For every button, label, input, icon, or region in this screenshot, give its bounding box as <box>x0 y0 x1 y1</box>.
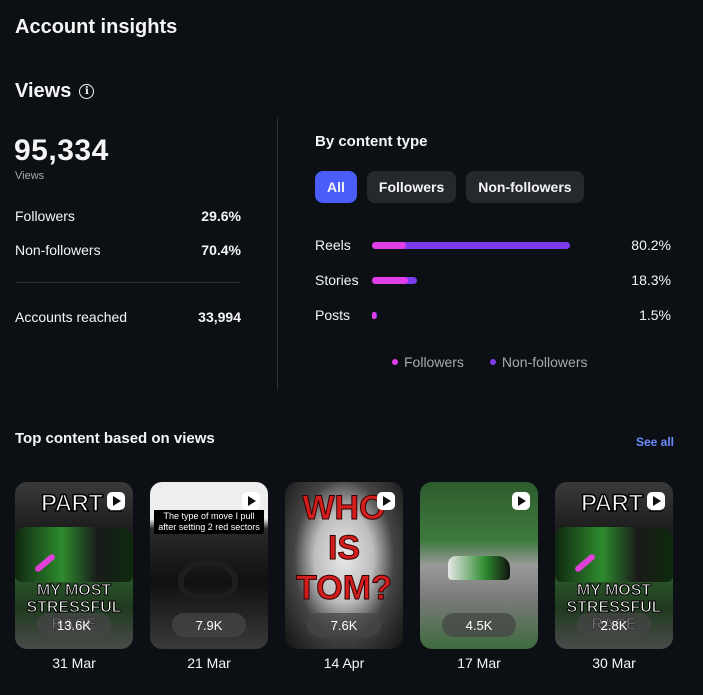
views-title: Views <box>15 80 72 102</box>
thumbnail-overlay-text: The type of move I pull after setting 2 … <box>154 510 264 534</box>
reels-percent: 80.2% <box>631 237 671 253</box>
content-thumbnail[interactable]: 4.5K <box>420 482 538 649</box>
view-count: 7.9K <box>172 613 246 637</box>
legend-nonfollowers-label: Non-followers <box>501 354 588 370</box>
reel-icon <box>647 492 665 510</box>
race-car-graphic <box>448 556 510 580</box>
reels-bar <box>372 242 571 249</box>
content-date: 30 Mar <box>592 655 636 671</box>
nonfollowers-value: 70.4% <box>201 242 241 258</box>
content-thumbnail[interactable]: PART 2 MY MOST STRESSFUL RACE 13.6K <box>15 482 133 649</box>
content-date: 14 Apr <box>323 655 365 671</box>
total-views: 95,334 <box>14 134 109 167</box>
nonfollowers-label: Non-followers <box>15 242 101 258</box>
posts-label: Posts <box>315 307 351 323</box>
followers-value: 29.6% <box>201 208 241 224</box>
reels-label: Reels <box>315 237 351 253</box>
top-content-title: Top content based on views <box>15 430 215 447</box>
tab-all[interactable]: All <box>315 171 357 203</box>
content-date: 21 Mar <box>187 655 231 671</box>
views-header: Views i <box>15 80 95 103</box>
stories-label: Stories <box>315 272 359 288</box>
stories-row: Stories 18.3% <box>315 270 671 290</box>
steering-wheel-graphic <box>178 560 238 600</box>
reel-icon <box>242 492 260 510</box>
thumbnail-image <box>15 527 133 582</box>
reels-followers-segment <box>372 242 406 249</box>
reels-row: Reels 80.2% <box>315 235 671 255</box>
posts-bar <box>372 312 377 319</box>
content-type-title: By content type <box>315 133 428 150</box>
stories-followers-segment <box>372 277 409 284</box>
content-thumbnail[interactable]: WHO IS TOM? 7.6K <box>285 482 403 649</box>
reel-icon <box>512 492 530 510</box>
info-icon[interactable]: i <box>79 84 95 99</box>
accounts-reached-value: 33,994 <box>198 309 241 325</box>
view-count: 4.5K <box>442 613 516 637</box>
followers-label: Followers <box>15 208 75 224</box>
view-count: 2.8K <box>577 613 651 637</box>
accounts-reached-label: Accounts reached <box>15 309 128 325</box>
posts-followers-segment <box>372 312 376 319</box>
view-count: 13.6K <box>37 613 111 637</box>
nonfollowers-dot-icon <box>489 359 496 365</box>
posts-row: Posts 1.5% <box>315 305 671 325</box>
nonfollowers-stat: Non-followers 70.4% <box>15 242 241 258</box>
content-type-tabs: All Followers Non-followers <box>315 171 584 203</box>
see-all-link[interactable]: See all <box>636 435 674 449</box>
legend-nonfollowers: Non-followers <box>489 354 588 370</box>
followers-stat: Followers 29.6% <box>15 208 241 224</box>
followers-dot-icon <box>392 359 398 365</box>
vertical-divider <box>277 118 278 390</box>
legend-followers: Followers <box>392 354 464 370</box>
tab-nonfollowers[interactable]: Non-followers <box>466 171 584 203</box>
stories-percent: 18.3% <box>631 272 671 288</box>
tab-followers[interactable]: Followers <box>366 171 457 203</box>
legend-followers-label: Followers <box>404 354 464 370</box>
total-views-label: Views <box>15 170 45 182</box>
content-date: 17 Mar <box>457 655 501 671</box>
view-count: 7.6K <box>307 613 381 637</box>
content-thumbnail[interactable]: The type of move I pull after setting 2 … <box>150 482 268 649</box>
thumbnail-image <box>555 527 673 582</box>
reel-icon <box>377 492 395 510</box>
chart-legend: Followers Non-followers <box>392 354 588 370</box>
content-thumbnail[interactable]: PART 1 MY MOST STRESSFUL RACE 2.8K <box>555 482 673 649</box>
accounts-reached-stat: Accounts reached 33,994 <box>15 309 241 325</box>
divider <box>15 282 241 283</box>
stories-bar <box>372 277 418 284</box>
posts-percent: 1.5% <box>639 307 671 323</box>
page-title: Account insights <box>15 16 178 38</box>
reel-icon <box>107 492 125 510</box>
content-date: 31 Mar <box>52 655 96 671</box>
